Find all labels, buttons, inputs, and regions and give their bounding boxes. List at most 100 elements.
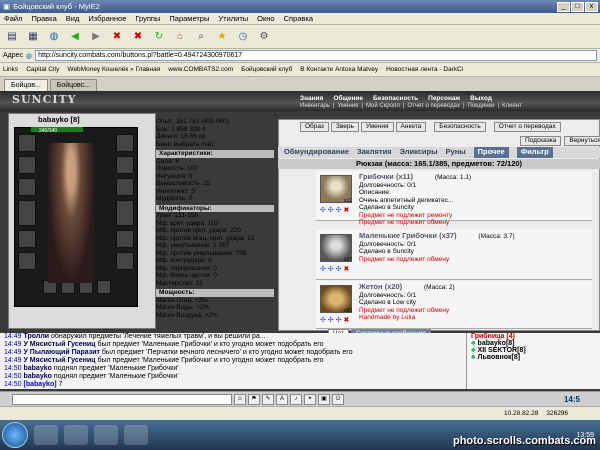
- nav-security[interactable]: Безопасность: [373, 95, 418, 102]
- item-actions-icon[interactable]: ✣ ✣ ✣ ✖: [320, 206, 349, 214]
- close-tab-icon[interactable]: ✖: [129, 28, 147, 46]
- maximize-button[interactable]: □: [571, 1, 584, 12]
- menu-groups[interactable]: Группы: [135, 14, 160, 23]
- sound-icon[interactable]: ♪: [290, 393, 302, 405]
- link-item[interactable]: В Контакте Antoxa Matvey: [300, 66, 378, 73]
- link-item[interactable]: Capital City: [26, 66, 59, 73]
- save-icon[interactable]: ▦: [24, 28, 42, 46]
- equip-slot[interactable]: [18, 178, 36, 196]
- subnav-inventory[interactable]: Инвентарь: [300, 103, 330, 109]
- taskbar-browser-icon[interactable]: [124, 425, 148, 445]
- skills-button[interactable]: Умения: [360, 122, 394, 132]
- tab-equipment[interactable]: Обмундирование: [284, 147, 349, 158]
- menu-view[interactable]: Вид: [66, 14, 80, 23]
- subnav-transfers[interactable]: Отчет о переводах: [407, 103, 460, 109]
- item-actions-icon[interactable]: ✣ ✣ ✣ ✖: [320, 265, 349, 273]
- home-icon[interactable]: ⌂: [171, 28, 189, 46]
- chat-nick[interactable]: У Мясистый Гусениц: [23, 341, 95, 348]
- forward-icon[interactable]: ▶: [87, 28, 105, 46]
- chat-nick[interactable]: Тролли: [23, 333, 49, 340]
- close-button[interactable]: x: [585, 1, 598, 12]
- item-actions-icon[interactable]: ✣ ✣ ✣ ✖: [320, 316, 349, 324]
- menu-tools[interactable]: Утилиты: [218, 14, 248, 23]
- globe-icon[interactable]: ◍: [45, 28, 63, 46]
- search-icon[interactable]: ⌕: [192, 28, 210, 46]
- chat-nick[interactable]: babayko: [23, 365, 51, 372]
- stop-icon[interactable]: ✖: [108, 28, 126, 46]
- minimize-button[interactable]: _: [557, 1, 570, 12]
- ring-slot[interactable]: [97, 280, 111, 294]
- back-icon[interactable]: ◀: [66, 28, 84, 46]
- bank-link[interactable]: Банк: выбрать счёт: [156, 141, 274, 149]
- map-icon[interactable]: ⌖: [304, 393, 316, 405]
- characteristics-heading[interactable]: Характеристики:: [156, 150, 274, 158]
- nav-character[interactable]: Персонаж: [428, 95, 460, 102]
- exit-icon[interactable]: ⏻: [332, 393, 344, 405]
- menu-file[interactable]: Файл: [4, 14, 22, 23]
- tab-combats-2[interactable]: Бойцовс...: [49, 79, 97, 91]
- smile-icon[interactable]: ☺: [234, 393, 246, 405]
- chat-nick[interactable]: У Мясистый Гусениц: [23, 357, 95, 364]
- equip-slot[interactable]: [18, 200, 36, 226]
- new-page-icon[interactable]: ▤: [3, 28, 21, 46]
- nav-knowledge[interactable]: Знания: [300, 95, 323, 102]
- equip-slot[interactable]: [116, 134, 134, 152]
- menu-favorites[interactable]: Избранное: [88, 14, 126, 23]
- equip-slot[interactable]: [18, 156, 36, 174]
- chat-nick[interactable]: У Пылающий Паразит: [23, 349, 99, 356]
- transfer-report-button[interactable]: Отчет о переводах: [493, 122, 561, 132]
- chat-nick[interactable]: [babayko]: [23, 381, 56, 388]
- refresh-icon[interactable]: ↻: [150, 28, 168, 46]
- character-name[interactable]: babayko [8]: [38, 115, 80, 124]
- online-user[interactable]: ♣ babayko[8]: [471, 340, 600, 347]
- equip-slot[interactable]: [116, 178, 134, 196]
- profile-button[interactable]: Анкета: [395, 122, 427, 132]
- return-button[interactable]: Вернуться: [564, 136, 600, 146]
- chat-input-icon[interactable]: [12, 393, 232, 405]
- address-input[interactable]: http://suncity.combats.com/buttons.pl?ba…: [35, 50, 597, 61]
- menu-help[interactable]: Справка: [284, 14, 313, 23]
- equip-slot[interactable]: [116, 156, 134, 174]
- nav-social[interactable]: Общение: [333, 95, 363, 102]
- chat-nick[interactable]: babayko: [23, 373, 51, 380]
- online-user[interactable]: ♣ XII SEKTOR[8]: [471, 347, 600, 354]
- clear-icon[interactable]: ✎: [262, 393, 274, 405]
- tab-elixirs[interactable]: Эликсиры: [400, 147, 438, 158]
- power-heading[interactable]: Мощность:: [156, 289, 274, 297]
- equip-slot[interactable]: [116, 200, 134, 226]
- taskbar-folder-icon[interactable]: [64, 425, 88, 445]
- nav-exit[interactable]: Выход: [470, 95, 492, 102]
- start-button[interactable]: [2, 422, 28, 448]
- translit-icon[interactable]: A: [276, 393, 288, 405]
- equip-slot[interactable]: [116, 230, 134, 248]
- subnav-skills[interactable]: Умения: [337, 103, 358, 109]
- taskbar-ie-icon[interactable]: [34, 425, 58, 445]
- equip-slot[interactable]: [18, 134, 36, 152]
- link-item[interactable]: Бойцовский клуб: [241, 66, 292, 73]
- link-item[interactable]: WebMoney Кошелёк » Главная: [67, 66, 160, 73]
- tab-spells[interactable]: Заклятия: [357, 147, 392, 158]
- equip-slot[interactable]: [18, 230, 36, 248]
- menu-window[interactable]: Окно: [257, 14, 274, 23]
- favorites-icon[interactable]: ★: [213, 28, 231, 46]
- tab-combats-1[interactable]: Бойцов...: [4, 79, 48, 91]
- equip-slot[interactable]: [116, 252, 134, 270]
- settings-icon[interactable]: ⚙: [255, 28, 273, 46]
- link-item[interactable]: Новостная лента - DarkCi: [386, 66, 463, 73]
- security-button[interactable]: Безопасность: [434, 122, 486, 132]
- menu-options[interactable]: Параметры: [169, 14, 209, 23]
- pet-button[interactable]: Зверь: [330, 122, 359, 132]
- hint-button[interactable]: Подсказка: [520, 136, 562, 146]
- online-user[interactable]: ♣ Львовнок[8]: [471, 354, 600, 361]
- group-name[interactable]: Грибница (4): [471, 333, 600, 340]
- character-avatar[interactable]: [48, 143, 94, 283]
- menu-edit[interactable]: Правка: [31, 14, 56, 23]
- taskbar-media-icon[interactable]: [94, 425, 118, 445]
- tab-filter[interactable]: Фильтр: [516, 147, 553, 158]
- filter-icon[interactable]: ⚑: [248, 393, 260, 405]
- subnav-battles[interactable]: Поединки: [468, 103, 495, 109]
- link-item[interactable]: www.COMBATS2.com: [168, 66, 233, 73]
- tab-other[interactable]: Прочее: [473, 147, 509, 158]
- subnav-scroll[interactable]: Мой Скролл: [366, 103, 400, 109]
- modifiers-heading[interactable]: Модификаторы:: [156, 204, 274, 212]
